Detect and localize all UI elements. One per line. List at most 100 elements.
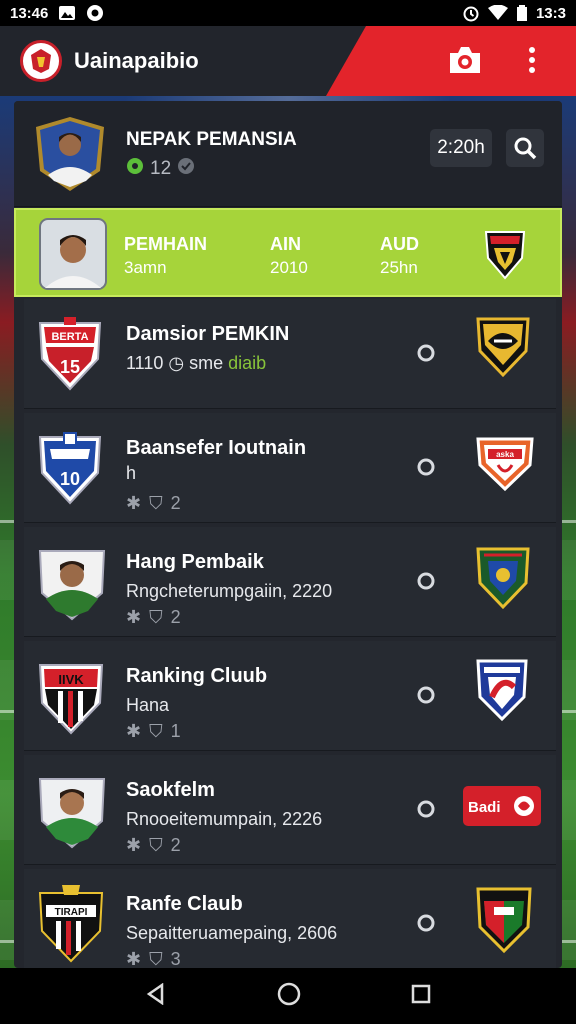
- shield-icon: ⛉: [149, 949, 163, 968]
- back-icon: [146, 982, 164, 1005]
- back-button[interactable]: [145, 982, 167, 1010]
- player-score: 12: [150, 158, 172, 179]
- col-label-1: PEMHAIN: [124, 234, 208, 254]
- row-title: Saokfelm: [126, 779, 215, 801]
- verified-icon: [177, 157, 195, 181]
- row-meta-count: 2: [170, 493, 181, 513]
- gallery-icon: [58, 5, 76, 21]
- radio-icon[interactable]: [416, 457, 436, 477]
- row-meta: ✱ ⛉ 1: [126, 721, 181, 742]
- app-title: Uainapaibio: [74, 48, 199, 73]
- row-meta: ✱ ⛉ 2: [126, 493, 181, 514]
- ranking-list: NEPAK PEMANSIA 12 2:20h PEMHAIN 3amn AIN…: [14, 101, 562, 968]
- shield-icon: ⛉: [149, 721, 163, 741]
- row-title: Hang Pembaik: [126, 551, 264, 573]
- club-badge: Badi: [462, 785, 542, 832]
- list-item[interactable]: TIRAPI Ranfe Claub Sepaitteruamepaing, 2…: [24, 869, 556, 968]
- radio-icon[interactable]: [416, 571, 436, 591]
- radio-icon[interactable]: [416, 685, 436, 705]
- list-item[interactable]: Saokfelm Rnooeitemumpain, 2226 ✱ ⛉ 2 Bad…: [24, 755, 556, 865]
- star-icon: ✱: [126, 607, 142, 627]
- search-icon: [514, 137, 537, 160]
- club-crest: IIVK: [36, 657, 106, 742]
- row-subtitle: 1110 ◷ sme diaib: [126, 353, 266, 374]
- club-crest: TIRAPI: [36, 885, 106, 968]
- star-icon: ✱: [126, 721, 142, 741]
- radio-icon[interactable]: [416, 799, 436, 819]
- clock-icon: ◷: [168, 353, 185, 373]
- list-item[interactable]: 10 Baansefer Ioutnain h ✱ ⛉ 2 aska: [24, 413, 556, 523]
- highlighted-row[interactable]: PEMHAIN 3amn AIN 2010 AUD 25hn: [14, 208, 562, 297]
- row-sub-accent: diaib: [228, 353, 267, 373]
- club-badge: [474, 545, 532, 616]
- status-time-right: 13:3: [535, 4, 566, 22]
- row-title: Damsior PEMKIN: [126, 323, 290, 345]
- svg-text:TIRAPI: TIRAPI: [55, 907, 88, 918]
- player-name: NEPAK PEMANSIA: [126, 129, 297, 150]
- status-bar: 13:46 13:3: [0, 0, 576, 26]
- shield-icon: ⛉: [149, 493, 163, 513]
- wifi-icon: [487, 5, 508, 21]
- recents-button[interactable]: [411, 984, 431, 1009]
- row-meta: ✱ ⛉ 3: [126, 949, 181, 968]
- col-label-3: AUD: [380, 234, 419, 254]
- camera-button[interactable]: [447, 43, 483, 82]
- shield-icon: ⛉: [149, 607, 163, 627]
- svg-text:IIVK: IIVK: [58, 672, 84, 687]
- avatar: [36, 543, 108, 628]
- row-meta-count: 3: [170, 949, 181, 968]
- row-subtitle: Sepaitteruamepaing, 2606: [126, 923, 338, 943]
- row-title: Ranfe Claub: [126, 893, 243, 915]
- club-crest: 10: [36, 429, 104, 514]
- row-title: Baansefer Ioutnain: [126, 437, 307, 459]
- camera-icon: [450, 47, 480, 73]
- row-subtitle: h: [126, 463, 137, 483]
- avatar: [36, 771, 108, 856]
- notification-icon: [86, 4, 104, 22]
- club-crest: BERTA 15: [36, 315, 104, 400]
- alarm-icon: [462, 4, 480, 22]
- profile-header: NEPAK PEMANSIA 12 2:20h: [14, 101, 562, 207]
- row-sub-mid: sme: [189, 353, 224, 373]
- row-meta-count: 2: [170, 607, 181, 627]
- battery-icon: [516, 5, 528, 21]
- time-button[interactable]: 2:20h: [430, 129, 492, 167]
- row-subtitle: Hana: [126, 695, 170, 715]
- more-vert-icon: [529, 47, 535, 73]
- row-meta: ✱ ⛉ 2: [126, 607, 181, 628]
- avatar[interactable]: [34, 115, 106, 198]
- list-item[interactable]: Hang Pembaik Rngcheterumpgaiin, 2220 ✱ ⛉…: [24, 527, 556, 637]
- overflow-menu-button[interactable]: [528, 45, 536, 80]
- search-button[interactable]: [506, 129, 544, 167]
- status-time-left: 13:46: [10, 4, 49, 22]
- list-item[interactable]: IIVK Ranking Cluub Hana ✱ ⛉ 1: [24, 641, 556, 751]
- svg-text:15: 15: [60, 357, 80, 377]
- club-badge: [474, 657, 530, 728]
- app-logo[interactable]: [20, 40, 62, 82]
- svg-text:aska: aska: [496, 450, 514, 459]
- home-button[interactable]: [277, 982, 301, 1011]
- club-badge: [482, 228, 528, 285]
- row-subtitle: Rngcheterumpgaiin, 2220: [126, 581, 333, 601]
- col-label-2: AIN: [270, 234, 301, 254]
- svg-text:BERTA: BERTA: [51, 331, 88, 343]
- avatar: [39, 218, 107, 295]
- home-icon: [277, 982, 301, 1005]
- star-icon: ✱: [126, 949, 142, 968]
- row-meta: ✱ ⛉ 2: [126, 835, 181, 856]
- row-title: Ranking Cluub: [126, 665, 268, 687]
- club-badge: aska: [474, 435, 536, 498]
- star-icon: ✱: [126, 835, 142, 855]
- row-sub-prefix: 1110: [126, 353, 164, 373]
- recents-icon: [411, 984, 431, 1003]
- radio-icon[interactable]: [416, 343, 436, 363]
- row-meta-count: 1: [170, 721, 181, 741]
- list-item[interactable]: BERTA 15 Damsior PEMKIN 1110 ◷ sme diaib: [24, 299, 556, 409]
- svg-text:10: 10: [60, 469, 80, 489]
- row-subtitle: Rnooeitemumpain, 2226: [126, 809, 323, 829]
- online-status-icon: [126, 157, 144, 181]
- club-badge: [474, 315, 532, 384]
- col-value-2: 2010: [270, 258, 308, 277]
- radio-icon[interactable]: [416, 913, 436, 933]
- col-value-1: 3amn: [124, 258, 167, 277]
